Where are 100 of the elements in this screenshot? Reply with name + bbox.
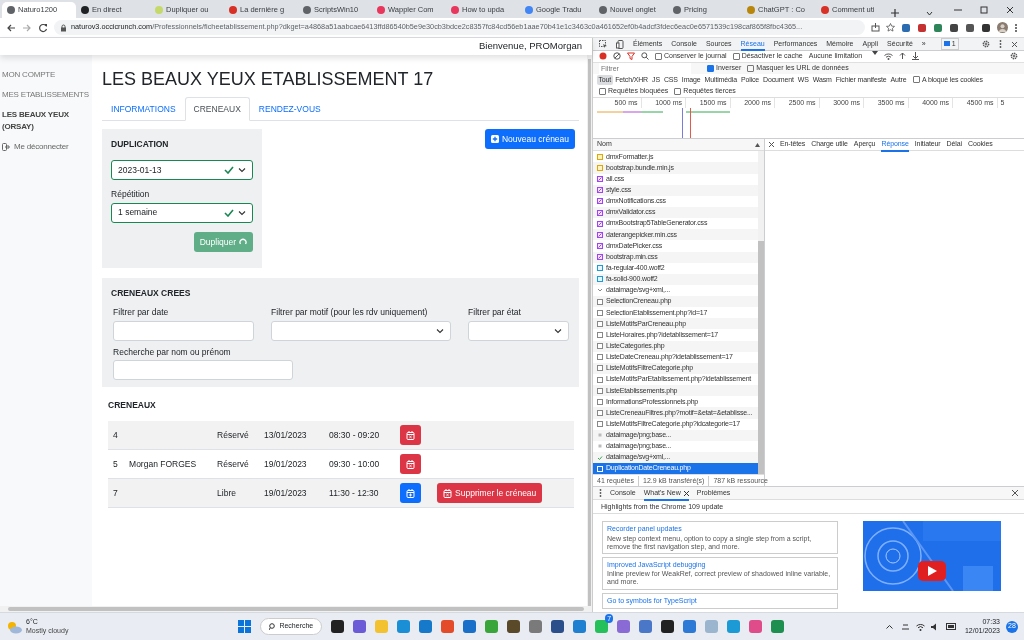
section-heading: CRENEAUX [108, 399, 157, 413]
table-cell: 08:30 - 09:20 [329, 429, 380, 440]
star-icon[interactable] [886, 23, 895, 32]
select-field[interactable] [271, 320, 452, 341]
windows-logo-icon[interactable] [238, 620, 252, 633]
section-heading: DUPLICATION [111, 138, 170, 152]
close-icon[interactable] [1012, 490, 1018, 497]
table-cell: Réservé [217, 458, 249, 469]
table-cell: Morgan FORGES [129, 458, 197, 469]
extension-icon[interactable] [949, 22, 959, 33]
stylesheet-icon [597, 231, 603, 238]
message-icon [943, 41, 950, 47]
extension-icon[interactable] [965, 22, 975, 33]
filter-icon[interactable] [627, 52, 635, 61]
tab[interactable]: CRENEAUX [184, 96, 250, 122]
chevron-down-icon[interactable] [925, 9, 934, 18]
stylesheet-icon [597, 187, 603, 194]
device-icon[interactable] [616, 39, 624, 49]
back-icon[interactable] [6, 22, 16, 33]
page-title: LES BEAUX YEUX ETABLISSEMENT 17 [102, 69, 435, 91]
extension-icon[interactable] [981, 22, 991, 33]
tab[interactable]: RENDEZ-VOUS [249, 96, 330, 122]
wifi-icon[interactable] [884, 52, 894, 60]
share-icon[interactable] [871, 23, 880, 32]
app-icon[interactable] [661, 620, 675, 633]
kebab-icon[interactable] [599, 489, 602, 498]
app-icon[interactable] [331, 620, 345, 633]
input-field[interactable] [113, 320, 255, 341]
sidebar-link[interactable]: LES BEAUX YEUX (ORSAY) [2, 109, 91, 133]
maximize-icon[interactable] [980, 6, 988, 14]
sidebar-link[interactable]: MES ETABLISSEMENTS [2, 89, 91, 101]
field-label: Filtrer par motif (pour les rdv uniquement) [271, 305, 429, 319]
table-cell: 19/01/2023 [264, 458, 307, 469]
minimize-icon[interactable] [954, 6, 962, 14]
search-icon [269, 623, 277, 630]
extension-icon[interactable] [917, 22, 927, 33]
kebab-icon[interactable] [999, 40, 1002, 48]
cancel-button[interactable] [400, 425, 422, 446]
stylesheet-icon [597, 254, 603, 261]
record-icon[interactable] [599, 52, 607, 61]
chevron-down-icon [597, 287, 603, 294]
settings-icon[interactable] [982, 40, 990, 48]
input-field[interactable] [113, 360, 294, 381]
avatar-icon[interactable] [997, 22, 1008, 33]
logout-link[interactable]: Me déconnecter [2, 141, 91, 153]
close-icon[interactable] [1011, 40, 1018, 48]
extension-icon[interactable] [901, 22, 911, 33]
reload-icon[interactable] [38, 22, 48, 33]
stylesheet-icon [597, 209, 603, 216]
delete-button[interactable]: Supprimer le créneau [437, 483, 543, 504]
add-button[interactable] [400, 483, 422, 504]
scrollbar[interactable] [587, 55, 592, 606]
calendar-x-icon [443, 488, 453, 498]
clear-icon[interactable] [613, 52, 621, 61]
app-icon[interactable] [507, 620, 521, 633]
sign-out-icon [2, 143, 11, 151]
menu-icon[interactable] [1014, 22, 1018, 33]
app-icon[interactable] [551, 620, 565, 633]
scrollbar[interactable] [8, 607, 584, 611]
field-label: Filtrer par date [113, 305, 170, 319]
sidebar-link[interactable]: MON COMPTE [2, 69, 91, 81]
table-cell: 11:30 - 12:30 [329, 487, 379, 498]
upload-icon[interactable] [899, 52, 907, 61]
cancel-button[interactable] [400, 454, 422, 475]
network-icon[interactable] [900, 622, 910, 631]
document-icon [597, 465, 603, 472]
inspect-icon[interactable] [599, 40, 607, 48]
table-cell: 13/01/2023 [264, 429, 307, 440]
chevron-down-icon [436, 327, 445, 334]
new-slot-button[interactable]: Nouveau créneau [484, 129, 576, 150]
close-icon[interactable] [1006, 6, 1014, 14]
stylesheet-icon [597, 198, 603, 205]
calendar-plus-icon [406, 488, 416, 498]
select-field[interactable] [468, 320, 570, 341]
check-icon [224, 208, 235, 217]
welcome-text: Bienvenue, PROMorgan [479, 39, 582, 54]
select-field[interactable]: 2023-01-13 [111, 160, 254, 181]
tab[interactable]: INFORMATIONS [102, 96, 185, 122]
battery-icon[interactable] [945, 622, 957, 630]
new-tab-icon[interactable] [890, 8, 900, 18]
select-field[interactable]: 1 semaine [111, 202, 254, 223]
settings-icon[interactable] [1010, 52, 1018, 61]
wifi-icon[interactable] [915, 622, 925, 631]
calendar-x-icon [406, 459, 416, 469]
spinner-icon [239, 237, 248, 246]
plus-square-icon [490, 135, 499, 144]
field-label: Répétition [111, 188, 151, 201]
check-icon [224, 166, 235, 175]
lock-icon [60, 23, 67, 32]
close-icon[interactable] [769, 142, 774, 148]
scrollbar[interactable] [758, 151, 764, 475]
search-icon[interactable] [641, 52, 649, 61]
stylesheet-icon [597, 220, 603, 227]
stylesheet-icon [597, 176, 603, 183]
download-icon[interactable] [912, 52, 920, 61]
field-label: Recherche par nom ou prénom [113, 345, 232, 359]
chevron-up-icon[interactable] [885, 624, 893, 629]
table-cell: 5 [113, 458, 118, 469]
table-cell: 19/01/2023 [264, 487, 307, 498]
sort-icon[interactable] [755, 142, 760, 147]
